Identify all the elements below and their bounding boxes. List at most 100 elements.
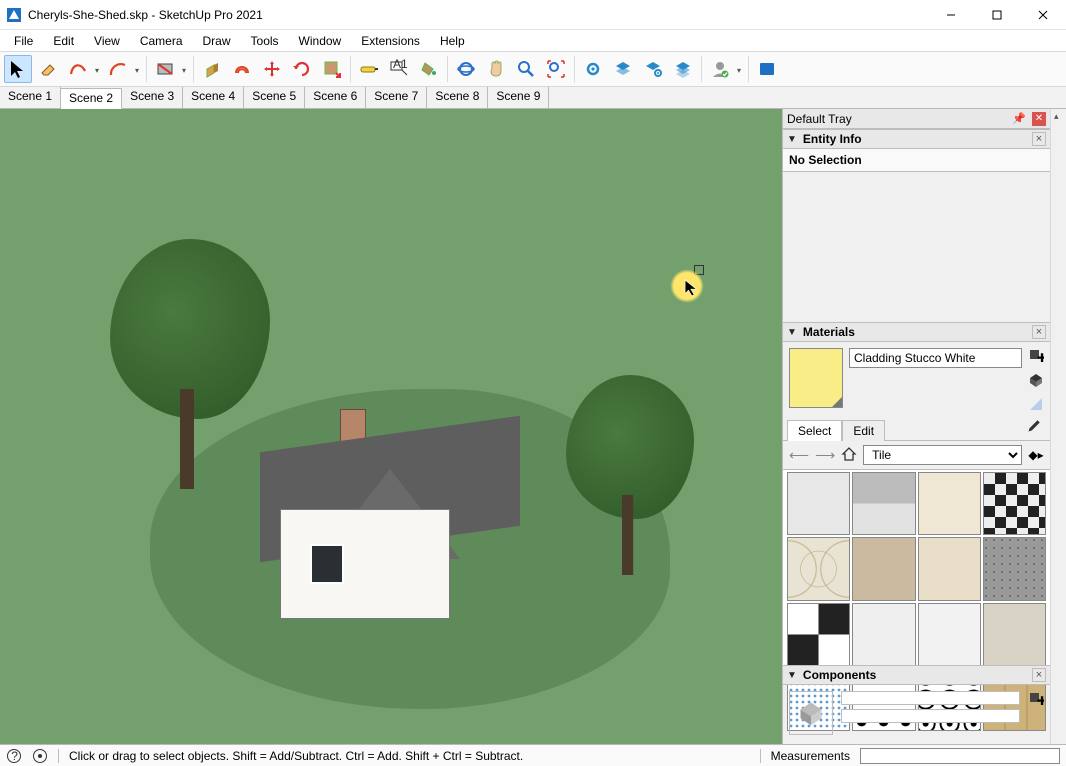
menu-edit[interactable]: Edit (43, 32, 84, 50)
pan-tool[interactable] (482, 55, 510, 83)
component-desc-field[interactable] (841, 709, 1020, 723)
materials-nav: ⟵ ⟶ Tile ◆▸ (783, 440, 1050, 469)
materials-header[interactable]: ▼ Materials × (783, 322, 1050, 342)
collapse-triangle-icon: ▼ (787, 134, 797, 145)
zoom-extents-tool[interactable] (542, 55, 570, 83)
zoom-tool[interactable] (512, 55, 540, 83)
materials-forward-icon[interactable]: ⟶ (815, 447, 835, 464)
tray-close-button[interactable]: ✕ (1032, 112, 1046, 126)
tray-scrollbar[interactable]: ▴ (1050, 109, 1066, 744)
scene-tab-3[interactable]: Scene 3 (122, 87, 183, 108)
tree-right (558, 375, 702, 583)
material-tile[interactable] (787, 472, 850, 535)
menu-extensions[interactable]: Extensions (351, 32, 430, 50)
close-button[interactable] (1020, 0, 1066, 30)
tape-measure-tool[interactable] (355, 55, 383, 83)
eraser-tool[interactable] (34, 55, 62, 83)
scene-tab-9[interactable]: Scene 9 (488, 87, 549, 108)
extension-warehouse-tool[interactable] (639, 55, 667, 83)
material-tile[interactable] (787, 603, 850, 666)
measurements-input[interactable] (860, 748, 1060, 764)
cursor-highlight-icon (670, 269, 704, 303)
rectangle-tool[interactable]: ▾ (151, 55, 179, 83)
menu-help[interactable]: Help (430, 32, 475, 50)
orbit-tool[interactable] (452, 55, 480, 83)
default-material-icon[interactable] (1028, 372, 1044, 388)
material-tile[interactable] (918, 603, 981, 666)
menu-file[interactable]: File (4, 32, 43, 50)
material-tile[interactable] (918, 537, 981, 600)
material-tile[interactable] (983, 603, 1046, 666)
menu-draw[interactable]: Draw (193, 32, 241, 50)
material-tile[interactable] (983, 537, 1046, 600)
menu-tools[interactable]: Tools (241, 32, 289, 50)
maximize-button[interactable] (974, 0, 1020, 30)
blue-panel-tool[interactable] (753, 55, 781, 83)
material-tile[interactable] (983, 472, 1046, 535)
paint-bucket-tool[interactable] (415, 55, 443, 83)
offset-tool[interactable] (228, 55, 256, 83)
scene-tab-2[interactable]: Scene 2 (61, 88, 122, 109)
text-label-tool[interactable]: A1 (385, 55, 413, 83)
material-tile[interactable] (852, 603, 915, 666)
tray-title-bar[interactable]: Default Tray 📌 ✕ (783, 109, 1050, 129)
viewport-3d[interactable] (0, 109, 782, 744)
scroll-up-arrow-icon[interactable]: ▴ (1054, 111, 1059, 122)
entity-info-header[interactable]: ▼ Entity Info × (783, 129, 1050, 149)
pin-icon[interactable]: 📌 (1012, 112, 1026, 125)
material-tile[interactable] (787, 537, 850, 600)
entity-info-close[interactable]: × (1032, 132, 1046, 146)
menu-window[interactable]: Window (289, 32, 352, 50)
house-model (260, 409, 520, 639)
arc-tool[interactable]: ▾ (104, 55, 132, 83)
material-tile[interactable] (918, 472, 981, 535)
back-face-material-icon[interactable] (1028, 396, 1044, 412)
select-tool[interactable] (4, 55, 32, 83)
scene-tab-4[interactable]: Scene 4 (183, 87, 244, 108)
materials-current: ✚ (783, 342, 1050, 418)
component-options-icon[interactable]: ✚ (1028, 691, 1044, 707)
rotate-tool[interactable] (288, 55, 316, 83)
app-icon (6, 7, 22, 23)
freehand-arc-tool[interactable]: ▾ (64, 55, 92, 83)
scene-tab-6[interactable]: Scene 6 (305, 87, 366, 108)
scene-tab-5[interactable]: Scene 5 (244, 87, 305, 108)
components-close[interactable]: × (1032, 668, 1046, 682)
eyedropper-icon[interactable] (1024, 418, 1042, 436)
menu-camera[interactable]: Camera (130, 32, 193, 50)
menu-bar: File Edit View Camera Draw Tools Window … (0, 30, 1066, 52)
materials-home-icon[interactable] (841, 446, 857, 465)
geolocation-icon[interactable] (32, 748, 48, 764)
warehouse-gear-tool[interactable] (579, 55, 607, 83)
scale-tool[interactable] (318, 55, 346, 83)
material-tile[interactable] (852, 537, 915, 600)
material-name-input[interactable] (849, 348, 1022, 368)
push-pull-tool[interactable] (198, 55, 226, 83)
menu-view[interactable]: View (84, 32, 130, 50)
current-material-swatch[interactable] (789, 348, 843, 408)
materials-category-select[interactable]: Tile (863, 445, 1022, 465)
help-icon[interactable]: ? (6, 748, 22, 764)
material-tile[interactable] (852, 472, 915, 535)
scene-tab-1[interactable]: Scene 1 (0, 87, 61, 108)
materials-tab-select[interactable]: Select (787, 420, 842, 441)
measurements-label: Measurements (771, 749, 850, 763)
materials-close[interactable]: × (1032, 325, 1046, 339)
materials-tab-edit[interactable]: Edit (842, 420, 885, 441)
title-bar: Cheryls-She-Shed.skp - SketchUp Pro 2021 (0, 0, 1066, 30)
components-header[interactable]: ▼ Components × (783, 665, 1050, 685)
layers-panel-tool[interactable] (669, 55, 697, 83)
account-tool[interactable]: ▾ (706, 55, 734, 83)
scene-tab-7[interactable]: Scene 7 (366, 87, 427, 108)
components-title: Components (803, 668, 1026, 682)
scene-tab-8[interactable]: Scene 8 (427, 87, 488, 108)
create-material-icon[interactable]: ✚ (1028, 348, 1044, 364)
move-tool[interactable] (258, 55, 286, 83)
materials-details-icon[interactable]: ◆▸ (1028, 448, 1044, 462)
warehouse-stack-tool[interactable] (609, 55, 637, 83)
component-name-field[interactable] (841, 691, 1020, 705)
minimize-button[interactable] (928, 0, 974, 30)
materials-back-icon[interactable]: ⟵ (789, 447, 809, 464)
component-thumb[interactable] (789, 691, 833, 735)
tree-left (100, 239, 280, 499)
